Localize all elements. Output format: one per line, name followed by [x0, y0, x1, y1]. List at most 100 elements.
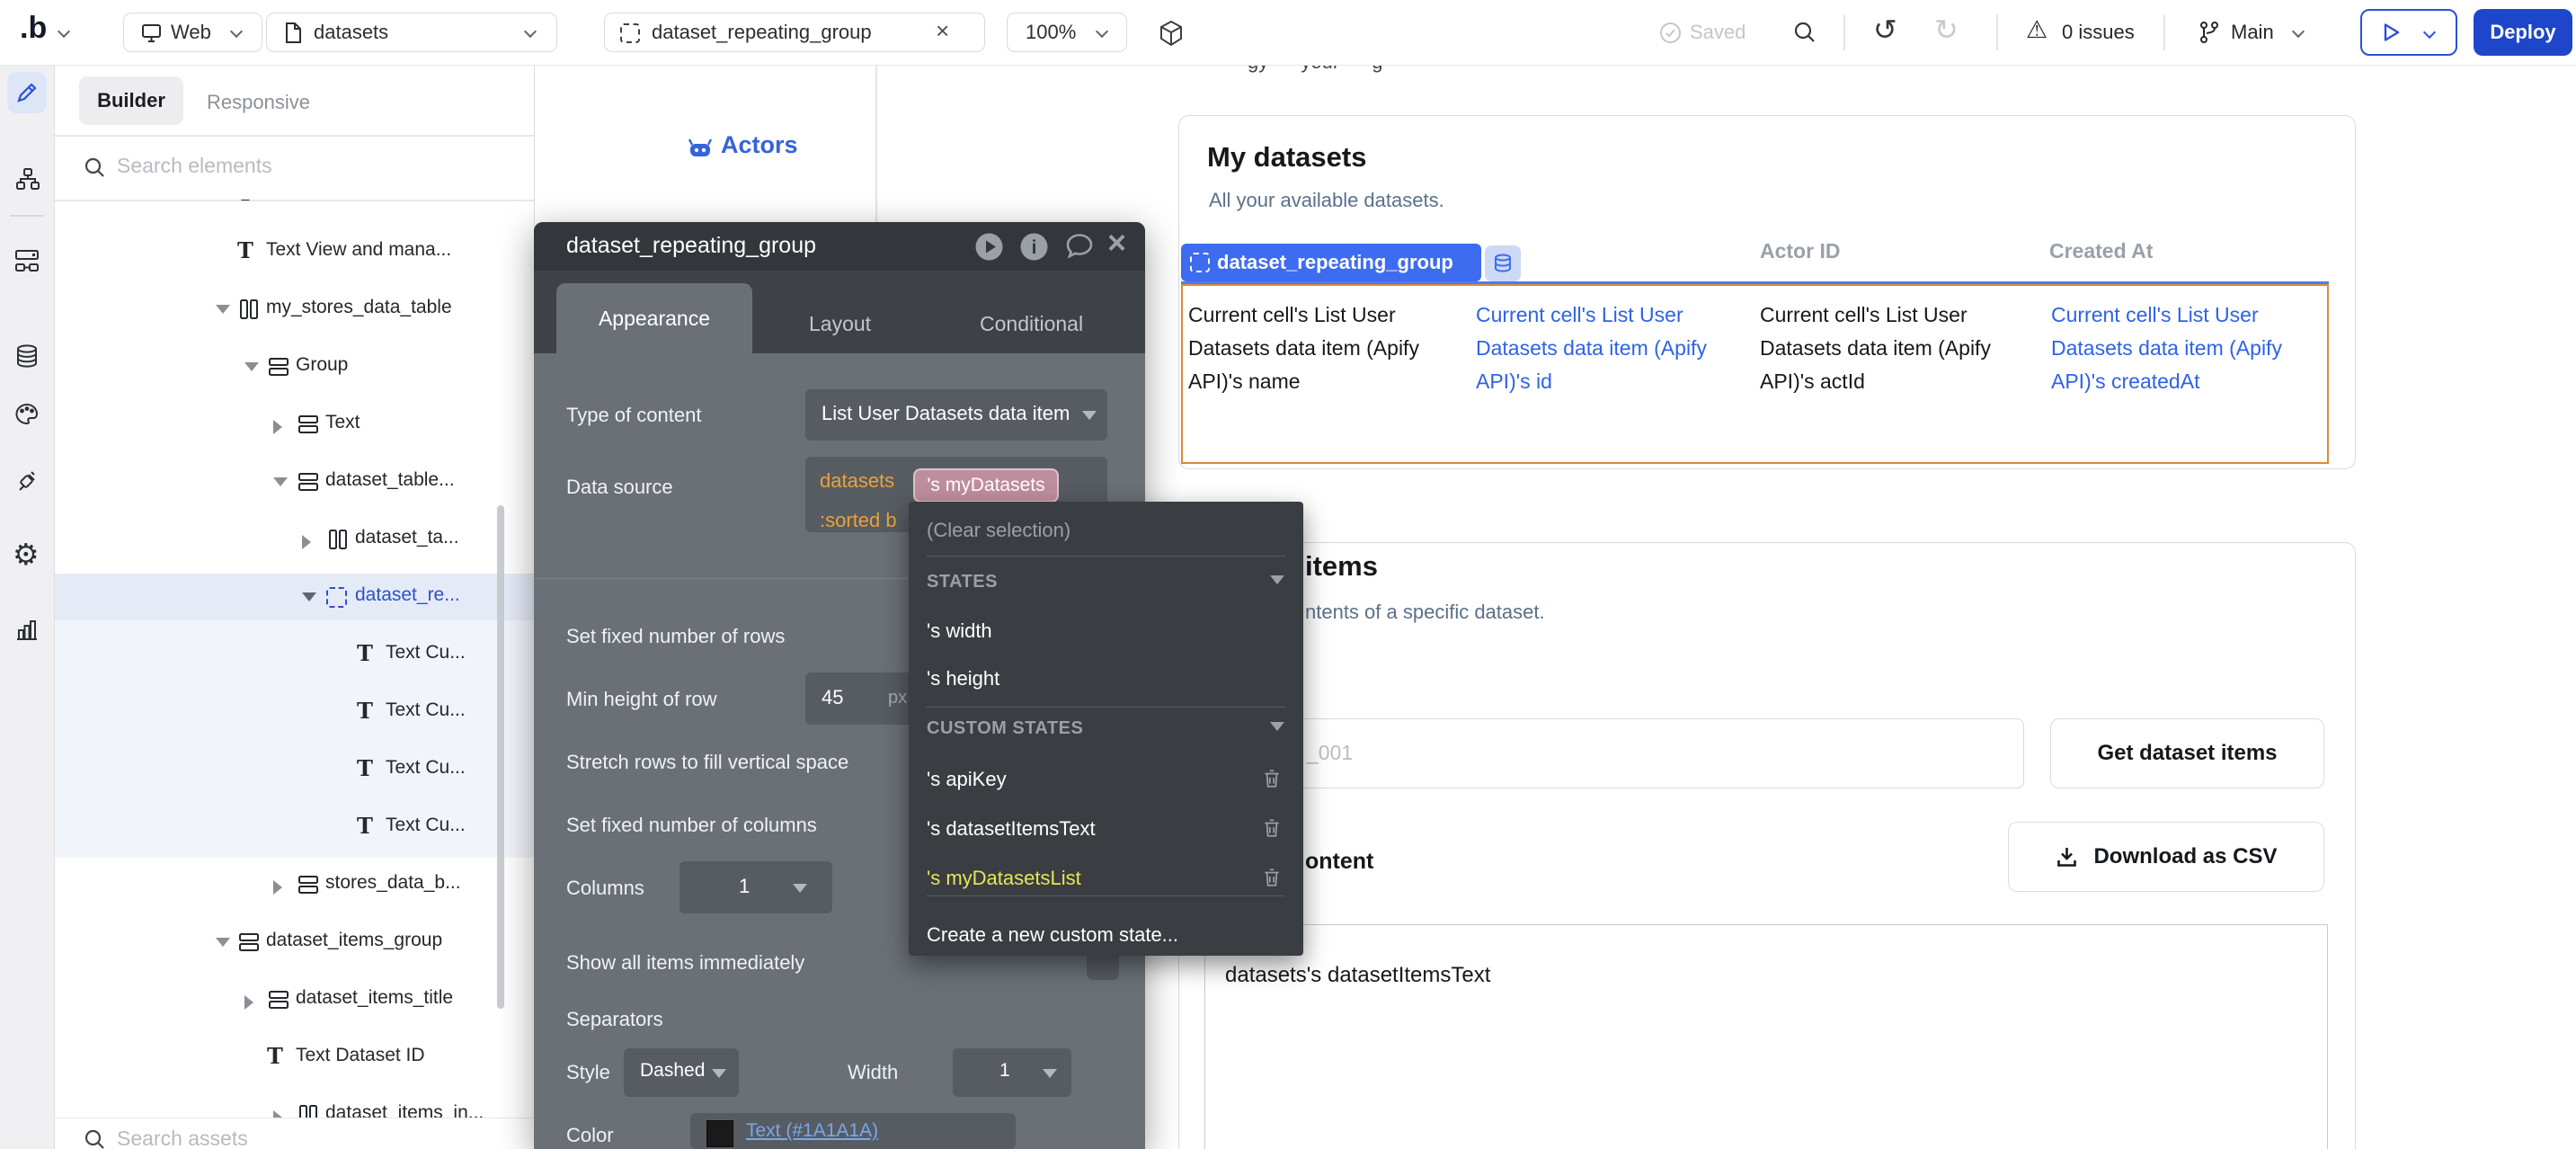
info-icon[interactable]: i: [1019, 232, 1049, 262]
tree-item-dataset-items-in[interactable]: dataset_items_in...: [54, 1091, 534, 1118]
tree-item-text-group[interactable]: Text: [54, 401, 534, 448]
page-dropdown[interactable]: datasets: [266, 13, 557, 52]
chevron-down-icon: [1043, 1069, 1057, 1078]
sidebar-item-workflow[interactable]: [15, 166, 40, 192]
tab-appearance[interactable]: Appearance: [556, 283, 752, 353]
element-tree: TText Datasets TText View and mana... my…: [54, 200, 534, 1118]
search-elements-field[interactable]: Search elements: [54, 136, 534, 200]
components-icon: [13, 247, 40, 274]
issues-count[interactable]: 0 issues: [2062, 21, 2135, 44]
chevron-down-icon[interactable]: [244, 362, 259, 371]
tree-item-text-cu-3[interactable]: TText Cu...: [54, 746, 534, 793]
sidebar-item-database[interactable]: [14, 343, 40, 369]
search-assets-field[interactable]: Search assets: [54, 1118, 534, 1149]
tree-item-dataset-ta[interactable]: dataset_ta...: [54, 516, 534, 563]
cell-actid-expression[interactable]: Current cell's List User Datasets data i…: [1760, 298, 2001, 398]
chevron-down-icon[interactable]: [216, 305, 230, 314]
menu-item-width[interactable]: 's width: [927, 619, 992, 643]
download-csv-button[interactable]: Download as CSV: [2008, 822, 2324, 892]
search-icon[interactable]: [1792, 20, 1817, 45]
tab-builder[interactable]: Builder: [79, 76, 183, 125]
tab-responsive[interactable]: Responsive: [207, 91, 310, 114]
expression-token-mydatasets[interactable]: 's myDatasets: [913, 468, 1059, 503]
tab-conditional[interactable]: Conditional: [980, 312, 1083, 336]
toolbar-divider: [1996, 14, 1998, 50]
chevron-right-icon[interactable]: [244, 995, 253, 1010]
redo-icon[interactable]: ↻: [1934, 13, 1959, 47]
separator-style-dropdown[interactable]: Dashed: [624, 1048, 739, 1097]
sidebar-item-plugins[interactable]: [13, 469, 40, 496]
menu-header-custom-states[interactable]: CUSTOM STATES: [927, 718, 1083, 739]
app-mode-dropdown[interactable]: Web: [123, 13, 262, 52]
chevron-right-icon[interactable]: [273, 420, 282, 434]
tree-item-dataset-repeating-group-selected[interactable]: dataset_re...: [54, 574, 534, 620]
chevron-right-icon[interactable]: [273, 1110, 282, 1118]
columns-dropdown[interactable]: 1: [680, 861, 832, 913]
close-icon[interactable]: ×: [936, 17, 949, 45]
tree-label: dataset_re...: [355, 584, 460, 606]
sidebar-item-design[interactable]: [7, 72, 47, 113]
menu-item-apikey[interactable]: 's apiKey: [927, 768, 1007, 791]
color-value-link[interactable]: Text (#1A1A1A): [746, 1120, 878, 1142]
separator-width-dropdown[interactable]: 1: [953, 1048, 1071, 1097]
tree-item-dataset-table[interactable]: dataset_table...: [54, 459, 534, 505]
deploy-button[interactable]: Deploy: [2474, 9, 2572, 56]
tree-item-text-cu-4[interactable]: TText Cu...: [54, 804, 534, 851]
open-tab[interactable]: dataset_repeating_group ×: [604, 13, 985, 52]
sidebar-item-settings[interactable]: ⚙: [13, 539, 40, 569]
trash-icon[interactable]: [1262, 768, 1282, 789]
tree-item-text-cu-2[interactable]: TText Cu...: [54, 689, 534, 735]
close-icon[interactable]: ×: [1107, 224, 1126, 262]
tree-scrollbar[interactable]: [497, 505, 504, 1009]
tree-item-text-cu-1[interactable]: TText Cu...: [54, 631, 534, 678]
show-all-label: Show all items immediately: [566, 951, 804, 975]
tree-item-stores-data-b[interactable]: stores_data_b...: [54, 861, 534, 908]
menu-item-create-custom-state[interactable]: Create a new custom state...: [927, 923, 1178, 947]
zoom-dropdown[interactable]: 100%: [1007, 13, 1127, 52]
undo-icon[interactable]: ↺: [1873, 13, 1897, 47]
tree-item-text-dataset-id[interactable]: TText Dataset ID: [54, 1034, 534, 1081]
sidebar-item-styles[interactable]: [13, 401, 40, 428]
chevron-down-icon[interactable]: [58, 25, 70, 38]
selected-element-chip[interactable]: dataset_repeating_group: [1181, 244, 1481, 281]
menu-header-states[interactable]: STATES: [927, 572, 998, 592]
menu-item-datasetitemstext[interactable]: 's datasetItemsText: [927, 817, 1096, 841]
cell-name-expression[interactable]: Current cell's List User Datasets data i…: [1188, 298, 1458, 398]
tree-item-dataset-items-title[interactable]: dataset_items_title: [54, 976, 534, 1023]
menu-item-height[interactable]: 's height: [927, 667, 999, 690]
tree-item-group[interactable]: Group: [54, 343, 534, 390]
branch-name[interactable]: Main: [2231, 21, 2274, 44]
tree-item-text-view[interactable]: TText View and mana...: [54, 228, 534, 275]
tree-item-dataset-items-group[interactable]: dataset_items_group: [54, 919, 534, 966]
component-mode-icon[interactable]: [1159, 20, 1184, 47]
toolbar-divider: [1843, 14, 1845, 50]
menu-item-mydatasetslist[interactable]: 's myDatasetsList: [927, 867, 1081, 890]
cell-createdat-expression[interactable]: Current cell's List User Datasets data i…: [2051, 298, 2330, 398]
dialog-header[interactable]: dataset_repeating_group i ×: [534, 222, 1145, 271]
chevron-down-icon[interactable]: [302, 592, 316, 601]
menu-item-clear-selection[interactable]: (Clear selection): [927, 519, 1070, 542]
trash-icon[interactable]: [1262, 817, 1282, 839]
cell-id-expression[interactable]: Current cell's List User Datasets data i…: [1476, 298, 1728, 398]
separator-color-picker[interactable]: Text (#1A1A1A): [690, 1113, 1016, 1149]
run-element-icon[interactable]: [974, 232, 1004, 262]
preview-run-button[interactable]: [2360, 9, 2457, 56]
dataset-content-box[interactable]: datasets's datasetItemsText: [1204, 924, 2328, 1149]
trash-icon[interactable]: [1262, 867, 1282, 888]
chevron-right-icon[interactable]: [302, 535, 311, 549]
chevron-down-icon[interactable]: [216, 938, 230, 947]
tab-layout[interactable]: Layout: [809, 312, 871, 336]
bubble-logo[interactable]: .b: [20, 11, 47, 46]
tree-item-my-stores-data-table[interactable]: my_stores_data_table: [54, 286, 534, 333]
dataset-id-input[interactable]: _001: [1204, 718, 2024, 788]
sidebar-item-components[interactable]: [13, 247, 40, 274]
comment-icon[interactable]: [1064, 233, 1095, 262]
chevron-right-icon[interactable]: [273, 880, 282, 895]
chevron-down-icon[interactable]: [273, 477, 288, 486]
type-of-content-dropdown[interactable]: List User Datasets data item: [805, 389, 1107, 441]
get-dataset-items-button[interactable]: Get dataset items: [2050, 718, 2324, 788]
chevron-down-icon[interactable]: [2292, 25, 2305, 38]
data-source-badge[interactable]: [1485, 245, 1521, 281]
sidebar-item-logs[interactable]: [14, 617, 40, 642]
tree-item-text-datasets[interactable]: TText Datasets: [54, 200, 534, 218]
